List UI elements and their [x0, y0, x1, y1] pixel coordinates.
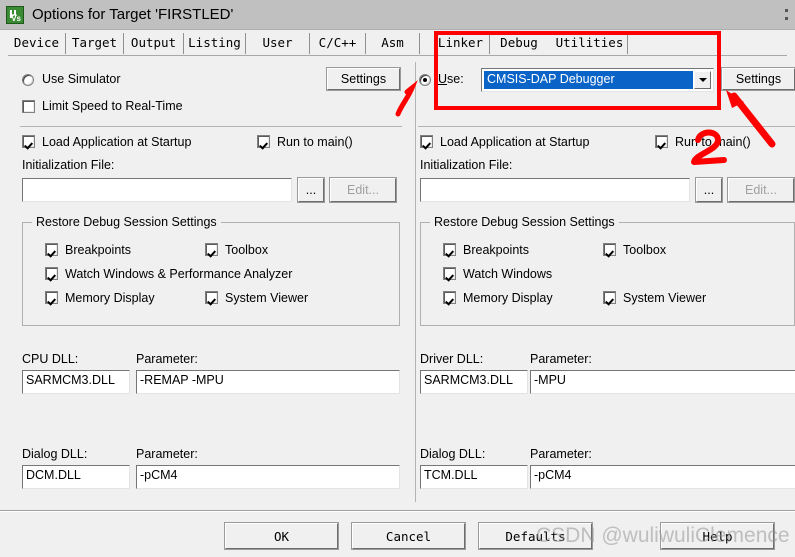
keil-uvision-icon: µ Vs [6, 5, 24, 24]
tab-output[interactable]: Output [124, 33, 184, 54]
right-memory-display-label[interactable]: Memory Display [463, 291, 553, 305]
left-dialog-parameter-input[interactable]: -pCM4 [136, 465, 400, 489]
left-system-viewer-label[interactable]: System Viewer [225, 291, 308, 305]
right-breakpoints-checkbox[interactable] [443, 243, 456, 256]
tab-utilities[interactable]: Utilities [552, 33, 628, 54]
chevron-down-icon[interactable] [694, 71, 711, 89]
left-breakpoints-label[interactable]: Breakpoints [65, 243, 131, 257]
cpu-dll-input[interactable]: SARMCM3.DLL [22, 370, 130, 394]
options-dialog: µ Vs Options for Target 'FIRSTLED' Devic… [0, 0, 795, 557]
use-simulator-radio[interactable] [22, 74, 34, 86]
left-edit-button: Edit... [329, 177, 397, 203]
right-restore-group-title: Restore Debug Session Settings [430, 215, 619, 229]
left-run-to-main-checkbox[interactable] [257, 135, 270, 148]
left-toolbox-checkbox[interactable] [205, 243, 218, 256]
left-watch-windows-label[interactable]: Watch Windows & Performance Analyzer [65, 267, 292, 281]
left-restore-group-title: Restore Debug Session Settings [32, 215, 221, 229]
cpu-parameter-label: Parameter: [136, 352, 198, 366]
use-label: Use: [438, 72, 464, 86]
debugger-selected-value: CMSIS-DAP Debugger [484, 71, 693, 89]
right-browse-button[interactable]: ... [695, 177, 723, 203]
ok-button[interactable]: OK [224, 522, 339, 550]
right-load-app-checkbox[interactable] [420, 135, 433, 148]
driver-parameter-label: Parameter: [530, 352, 592, 366]
title-bar: µ Vs Options for Target 'FIRSTLED' [0, 0, 795, 30]
right-dialog-parameter-label: Parameter: [530, 447, 592, 461]
tab-debug[interactable]: Debug [490, 33, 548, 54]
right-init-file-label: Initialization File: [420, 158, 513, 172]
right-dialog-dll-input[interactable]: TCM.DLL [420, 465, 528, 489]
right-toolbox-label[interactable]: Toolbox [623, 243, 666, 257]
left-breakpoints-checkbox[interactable] [45, 243, 58, 256]
icon-vs-glyph: Vs [11, 13, 21, 23]
driver-dll-label: Driver DLL: [420, 352, 484, 366]
right-dialog-dll-label: Dialog DLL: [420, 447, 486, 461]
limit-speed-checkbox[interactable] [22, 100, 35, 113]
use-debugger-radio[interactable] [419, 74, 431, 86]
left-init-file-input[interactable] [22, 178, 292, 202]
left-memory-display-checkbox[interactable] [45, 291, 58, 304]
tab-cpp[interactable]: C/C++ [310, 33, 366, 54]
right-watch-windows-checkbox[interactable] [443, 267, 456, 280]
window-menu-icon[interactable] [785, 9, 791, 23]
right-memory-display-checkbox[interactable] [443, 291, 456, 304]
left-load-app-label[interactable]: Load Application at Startup [42, 135, 191, 149]
right-separator [418, 126, 795, 127]
left-toolbox-label[interactable]: Toolbox [225, 243, 268, 257]
help-button[interactable]: Help [660, 522, 775, 550]
cpu-dll-label: CPU DLL: [22, 352, 79, 366]
left-dialog-dll-label: Dialog DLL: [22, 447, 88, 461]
debugger-select[interactable]: CMSIS-DAP Debugger [481, 68, 714, 92]
window-title: Options for Target 'FIRSTLED' [32, 6, 234, 23]
use-simulator-label[interactable]: Use Simulator [42, 72, 121, 86]
left-load-app-checkbox[interactable] [22, 135, 35, 148]
tab-linker[interactable]: Linker [432, 33, 490, 54]
right-init-file-input[interactable] [420, 178, 690, 202]
limit-speed-label[interactable]: Limit Speed to Real-Time [42, 99, 183, 113]
left-dialog-parameter-label: Parameter: [136, 447, 198, 461]
footer-separator [0, 510, 795, 512]
right-system-viewer-checkbox[interactable] [603, 291, 616, 304]
tab-asm[interactable]: Asm [366, 33, 420, 54]
left-dialog-dll-input[interactable]: DCM.DLL [22, 465, 130, 489]
right-run-to-main-label[interactable]: Run to main() [675, 135, 751, 149]
tab-underline [8, 55, 787, 56]
panel-divider [415, 62, 416, 502]
left-run-to-main-label[interactable]: Run to main() [277, 135, 353, 149]
right-edit-button: Edit... [727, 177, 795, 203]
tab-strip: Device Target Output Listing User C/C++ … [0, 30, 795, 56]
tab-user[interactable]: User [246, 33, 310, 54]
debugger-settings-button[interactable]: Settings [721, 67, 795, 91]
right-run-to-main-checkbox[interactable] [655, 135, 668, 148]
tab-target[interactable]: Target [66, 33, 124, 54]
right-system-viewer-label[interactable]: System Viewer [623, 291, 706, 305]
right-load-app-label[interactable]: Load Application at Startup [440, 135, 589, 149]
cpu-parameter-input[interactable]: -REMAP -MPU [136, 370, 400, 394]
defaults-button[interactable]: Defaults [478, 522, 593, 550]
left-browse-button[interactable]: ... [297, 177, 325, 203]
left-init-file-label: Initialization File: [22, 158, 115, 172]
left-watch-windows-checkbox[interactable] [45, 267, 58, 280]
simulator-settings-button[interactable]: Settings [326, 67, 401, 91]
left-memory-display-label[interactable]: Memory Display [65, 291, 155, 305]
cancel-button[interactable]: Cancel [351, 522, 466, 550]
tab-device[interactable]: Device [8, 33, 66, 54]
right-watch-windows-label[interactable]: Watch Windows [463, 267, 552, 281]
left-separator [20, 126, 402, 127]
right-dialog-parameter-input[interactable]: -pCM4 [530, 465, 795, 489]
right-toolbox-checkbox[interactable] [603, 243, 616, 256]
driver-parameter-input[interactable]: -MPU [530, 370, 795, 394]
right-breakpoints-label[interactable]: Breakpoints [463, 243, 529, 257]
left-system-viewer-checkbox[interactable] [205, 291, 218, 304]
tab-listing[interactable]: Listing [184, 33, 246, 54]
driver-dll-input[interactable]: SARMCM3.DLL [420, 370, 528, 394]
